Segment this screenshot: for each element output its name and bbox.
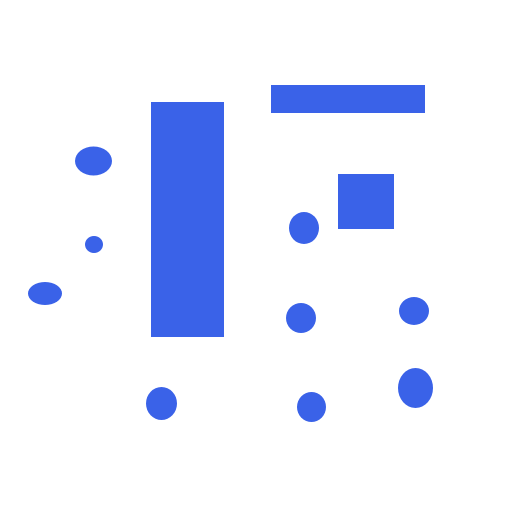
dot-2: [85, 236, 103, 253]
dot-3: [28, 282, 62, 305]
square: [338, 174, 394, 229]
tall-bar: [151, 102, 224, 337]
dot-4: [289, 212, 319, 244]
dot-8: [297, 392, 326, 422]
wide-bar: [271, 85, 425, 113]
dot-6: [399, 297, 429, 325]
shapes-canvas: [0, 0, 512, 512]
dot-7: [146, 387, 177, 420]
shapes-layer: [28, 85, 433, 422]
dot-5: [286, 303, 316, 333]
dot-1: [75, 146, 112, 176]
dot-9: [398, 368, 433, 408]
